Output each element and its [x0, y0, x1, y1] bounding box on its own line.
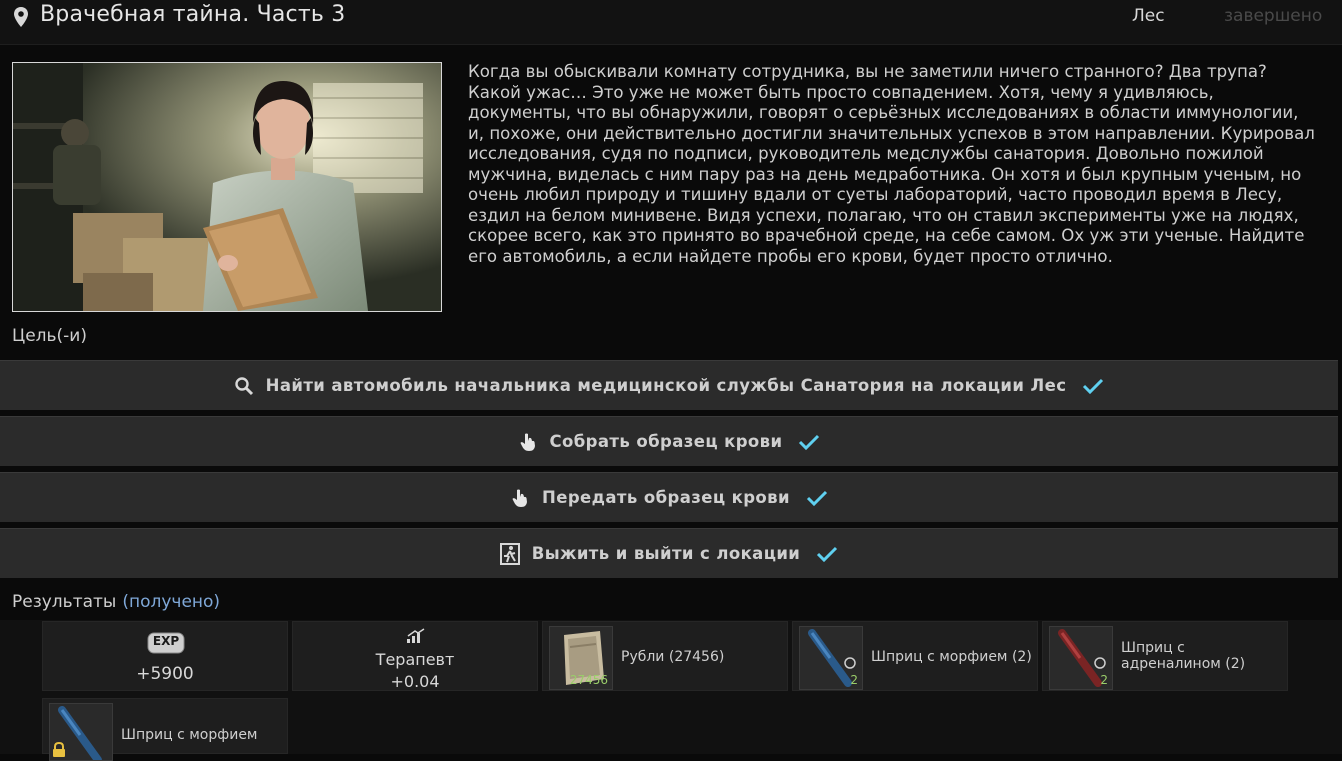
checkmark-icon [817, 546, 838, 562]
morphine-thumbnail: 2 [799, 626, 863, 690]
trader-portrait [12, 62, 442, 312]
item-name: Рубли (27456) [621, 649, 725, 665]
quest-title: Врачебная тайна. Часть 3 [40, 2, 346, 27]
objective-text: Выжить и выйти с локации [531, 544, 801, 563]
hand-pointer-icon [518, 432, 538, 452]
skill-name: Терапевт [375, 650, 455, 669]
checkmark-icon [799, 434, 820, 450]
objective-text: Передать образец крови [542, 488, 790, 507]
exit-icon [499, 542, 520, 565]
checkmark-icon [1083, 378, 1104, 394]
reward-item-morphine-unlock[interactable]: Шприц с морфием [42, 698, 288, 761]
roubles-thumbnail: 27456 [549, 626, 613, 690]
item-name: Шприц с морфием [121, 727, 258, 743]
reward-exp: EXP +5900 [42, 621, 288, 691]
item-name: Шприц с морфием (2) [871, 649, 1032, 665]
location-pin-icon [14, 7, 28, 27]
goals-label: Цель(-и) [12, 326, 87, 346]
reward-item-roubles[interactable]: 27456 Рубли (27456) [542, 621, 788, 691]
reward-item-morphine[interactable]: 2 Шприц с морфием (2) [792, 621, 1038, 691]
exp-value: +5900 [136, 664, 194, 684]
item-count: 2 [1100, 673, 1108, 687]
reward-skill: Терапевт +0.04 [292, 621, 538, 691]
results-title: Результаты [12, 592, 117, 612]
search-icon [234, 376, 254, 396]
morphine-thumbnail [49, 703, 113, 761]
objective-collect-blood[interactable]: Собрать образец крови [0, 416, 1338, 466]
skill-value: +0.04 [390, 672, 440, 691]
results-status: (получено) [122, 592, 221, 612]
adrenaline-thumbnail: 2 [1049, 626, 1113, 690]
checkmark-icon [806, 490, 828, 506]
item-count: 27456 [569, 673, 608, 687]
objective-text: Собрать образец крови [549, 432, 783, 451]
quest-location: Лес [1132, 6, 1165, 26]
reward-item-adrenaline[interactable]: 2 Шприц с адреналином (2) [1042, 621, 1288, 691]
quest-header: Врачебная тайна. Часть 3 Лес завершено [0, 0, 1342, 45]
hand-pointer-icon [510, 488, 530, 508]
exp-badge-label: EXP [152, 634, 180, 648]
objective-survive-extract[interactable]: Выжить и выйти с локации [0, 528, 1338, 578]
quest-status: завершено [1224, 6, 1323, 26]
quest-description: Когда вы обыскивали комнату сотрудника, … [468, 62, 1315, 266]
objective-text: Найти автомобиль начальника медицинской … [265, 376, 1067, 395]
objective-hand-over-blood[interactable]: Передать образец крови [0, 472, 1338, 522]
objective-find-car[interactable]: Найти автомобиль начальника медицинской … [0, 360, 1338, 410]
lock-icon [53, 742, 65, 757]
item-count: 2 [850, 673, 858, 687]
skill-growth-icon [407, 628, 425, 643]
results-label: Результаты (получено) [12, 592, 220, 612]
item-name: Шприц с адреналином (2) [1121, 640, 1246, 672]
